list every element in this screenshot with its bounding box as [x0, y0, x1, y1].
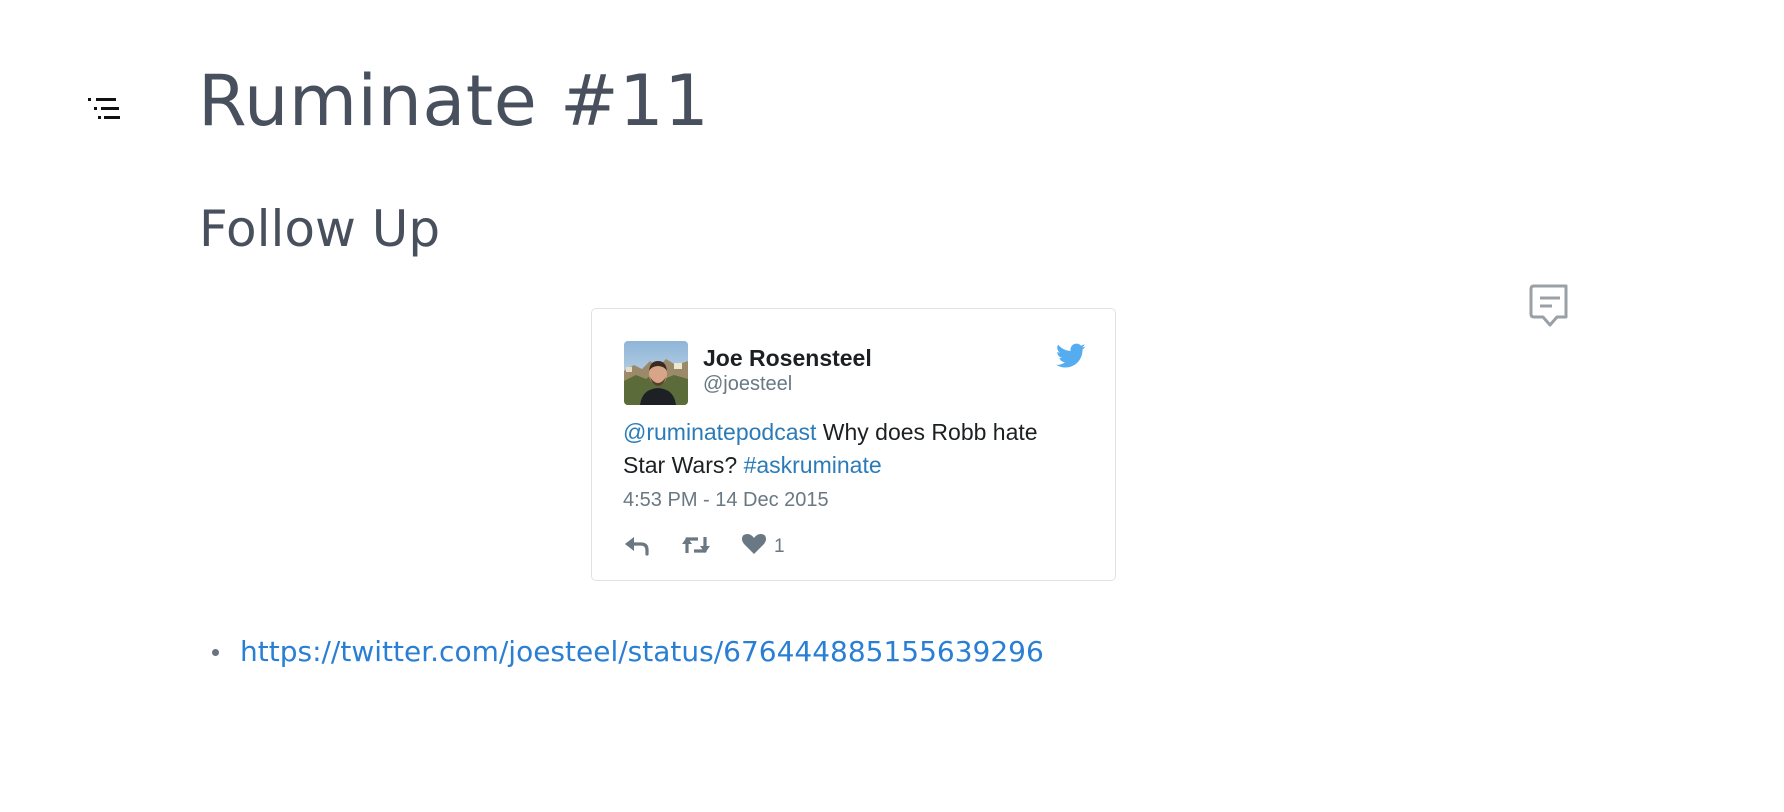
comment-icon [1529, 284, 1568, 327]
retweet-icon [682, 537, 710, 553]
retweet-button[interactable] [680, 533, 712, 559]
reply-icon [625, 537, 649, 556]
like-count: 1 [774, 536, 785, 557]
avatar[interactable] [624, 341, 688, 405]
link-list: https://twitter.com/joesteel/status/6764… [208, 628, 1044, 676]
tweet-url-link[interactable]: https://twitter.com/joesteel/status/6764… [240, 635, 1044, 668]
tweet-timestamp[interactable]: 4:53 PM - 14 Dec 2015 [623, 489, 829, 512]
table-of-contents-icon [88, 98, 120, 119]
table-of-contents-button[interactable] [88, 96, 122, 124]
twitter-bird-icon [1056, 343, 1086, 368]
tweet-hashtag-link[interactable]: #askruminate [744, 452, 882, 478]
reply-button[interactable] [623, 533, 651, 559]
tweet-author-handle[interactable]: @joesteel [703, 373, 792, 396]
list-item: https://twitter.com/joesteel/status/6764… [208, 628, 1044, 676]
comment-button[interactable] [1528, 283, 1568, 329]
tweet-author-name[interactable]: Joe Rosensteel [703, 345, 872, 372]
tweet-text: @ruminatepodcast Why does Robb hate Star… [623, 416, 1085, 482]
section-heading: Follow Up [199, 200, 441, 258]
tweet-mention-link[interactable]: @ruminatepodcast [623, 419, 816, 445]
embedded-tweet[interactable]: Joe Rosensteel @joesteel @ruminatepodcas… [591, 308, 1116, 581]
bullet [212, 649, 219, 656]
heart-icon [742, 534, 766, 554]
page-title: Ruminate #11 [198, 60, 710, 142]
like-button[interactable]: 1 [742, 533, 812, 559]
twitter-logo-link[interactable] [1056, 343, 1086, 369]
